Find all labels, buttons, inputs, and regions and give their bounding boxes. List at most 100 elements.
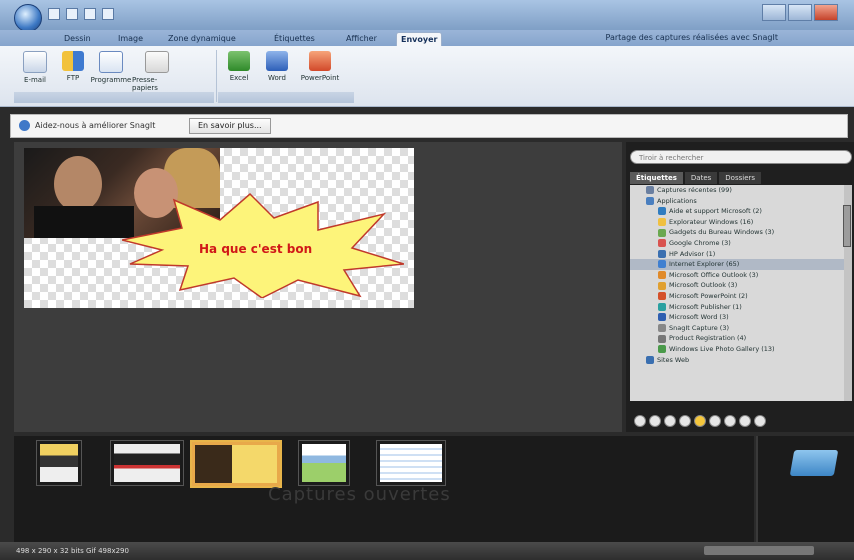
ribbon: E-mail FTP Programme Presse-papiers Exce… (0, 46, 854, 107)
powerpoint-button[interactable]: PowerPoint (298, 51, 342, 82)
app-icon (658, 302, 666, 311)
captured-image[interactable]: Ha que c'est bon (24, 148, 414, 308)
app-menu-orb[interactable] (14, 4, 42, 32)
library-shortcut (756, 436, 854, 542)
app-icon (658, 313, 666, 322)
view-button[interactable] (679, 415, 691, 427)
tree-item[interactable]: Microsoft Publisher (1) (630, 302, 852, 313)
tree-item[interactable]: Applications (630, 196, 852, 207)
maximize-button[interactable] (788, 4, 812, 21)
learn-more-button[interactable]: En savoir plus... (189, 118, 271, 134)
app-icon (658, 228, 666, 237)
excel-button[interactable]: Excel (222, 51, 256, 82)
tree-scrollbar[interactable] (843, 185, 852, 401)
bubble-text: Ha que c'est bon (199, 242, 313, 256)
tab-image[interactable]: Image (114, 32, 147, 46)
status-text: 498 x 290 x 32 bits Gif 498x290 (16, 547, 129, 555)
window-controls (762, 4, 838, 21)
title-bar (0, 0, 854, 32)
info-bar: Aidez-nous à améliorer SnagIt En savoir … (10, 114, 848, 138)
info-icon (19, 120, 30, 131)
view-button[interactable] (739, 415, 751, 427)
app-icon (658, 260, 666, 269)
quick-access-toolbar (48, 8, 114, 20)
tree-view[interactable]: Captures récentes (99) Applications Aide e… (630, 185, 852, 401)
capture-thumbnail-selected[interactable] (190, 440, 282, 488)
open-captures-tray: Captures ouvertes (14, 436, 754, 542)
ribbon-group-send: E-mail FTP Programme Presse-papiers (14, 49, 214, 103)
app-icon (658, 249, 666, 258)
editor-canvas[interactable]: Ha que c'est bon (14, 142, 622, 432)
tree-item[interactable]: Google Chrome (3) (630, 238, 852, 249)
app-icon (646, 186, 654, 195)
tab-envoyer[interactable]: Envoyer (396, 32, 443, 47)
tree-item[interactable]: HP Advisor (1) (630, 249, 852, 260)
redo-icon[interactable] (84, 8, 96, 20)
tree-item[interactable]: Captures récentes (99) (630, 185, 852, 196)
zoom-slider[interactable] (704, 546, 814, 555)
save-icon[interactable] (48, 8, 60, 20)
tree-item[interactable]: Microsoft PowerPoint (2) (630, 291, 852, 302)
app-icon (658, 334, 666, 343)
app-icon (658, 324, 666, 333)
tree-item[interactable]: SnagIt Capture (3) (630, 323, 852, 334)
excel-icon (228, 51, 250, 71)
app-icon (658, 271, 666, 280)
tree-item[interactable]: Internet Explorer (65) (630, 259, 852, 270)
view-button[interactable] (649, 415, 661, 427)
word-button[interactable]: Word (260, 51, 294, 82)
undo-icon[interactable] (66, 8, 78, 20)
tree-item[interactable]: Aide et support Microsoft (2) (630, 206, 852, 217)
view-buttons (634, 415, 766, 427)
powerpoint-icon (309, 51, 331, 71)
ftp-button[interactable]: FTP (56, 51, 90, 92)
tree-item[interactable]: Microsoft Outlook (3) (630, 280, 852, 291)
tab-etiquettes-panel[interactable]: Étiquettes (630, 172, 683, 184)
word-icon (266, 51, 288, 71)
capture-thumbnail[interactable] (110, 440, 184, 486)
tab-zone-dynamique[interactable]: Zone dynamique (164, 32, 240, 46)
status-bar: 498 x 290 x 32 bits Gif 498x290 (0, 542, 854, 560)
app-icon (658, 292, 666, 301)
tree-item[interactable]: Product Registration (4) (630, 333, 852, 344)
tree-item[interactable]: Microsoft Word (3) (630, 312, 852, 323)
view-button[interactable] (709, 415, 721, 427)
arrow-right-icon (99, 51, 123, 73)
email-button[interactable]: E-mail (18, 51, 52, 92)
tab-afficher[interactable]: Afficher (342, 32, 381, 46)
view-button[interactable] (724, 415, 736, 427)
clipboard-button[interactable]: Presse-papiers (132, 51, 182, 92)
app-icon (658, 218, 666, 227)
view-button[interactable] (634, 415, 646, 427)
app-icon (658, 207, 666, 216)
folder-icon[interactable] (789, 450, 839, 476)
search-input[interactable]: Tiroir à rechercher (630, 150, 852, 164)
tab-etiquettes[interactable]: Étiquettes (270, 32, 319, 46)
tree-item[interactable]: Microsoft Office Outlook (3) (630, 270, 852, 281)
tab-dessin[interactable]: Dessin (60, 32, 95, 46)
tab-dates[interactable]: Dates (684, 172, 718, 184)
tab-dossiers[interactable]: Dossiers (719, 172, 762, 184)
email-icon (23, 51, 47, 73)
app-icon (646, 355, 654, 364)
ribbon-separator (216, 50, 217, 102)
view-button[interactable] (694, 415, 706, 427)
minimize-button[interactable] (762, 4, 786, 21)
view-button[interactable] (664, 415, 676, 427)
capture-thumbnail[interactable] (298, 440, 350, 486)
library-panel: Tiroir à rechercher Étiquettes Dates Dos… (626, 142, 854, 432)
view-button[interactable] (754, 415, 766, 427)
clipboard-icon (145, 51, 169, 73)
share-link[interactable]: Partage des captures réalisées avec Snag… (605, 33, 778, 42)
open-captures-label: Captures ouvertes (268, 484, 451, 505)
tree-item[interactable]: Sites Web (630, 355, 852, 366)
capture-icon[interactable] (102, 8, 114, 20)
program-button[interactable]: Programme (91, 51, 131, 92)
library-tabs: Étiquettes Dates Dossiers (630, 172, 762, 184)
tree-item[interactable]: Gadgets du Bureau Windows (3) (630, 227, 852, 238)
tree-item[interactable]: Explorateur Windows (16) (630, 217, 852, 228)
tree-item[interactable]: Windows Live Photo Gallery (13) (630, 344, 852, 355)
close-button[interactable] (814, 4, 838, 21)
capture-thumbnail[interactable] (36, 440, 82, 486)
capture-thumbnail[interactable] (376, 440, 446, 486)
